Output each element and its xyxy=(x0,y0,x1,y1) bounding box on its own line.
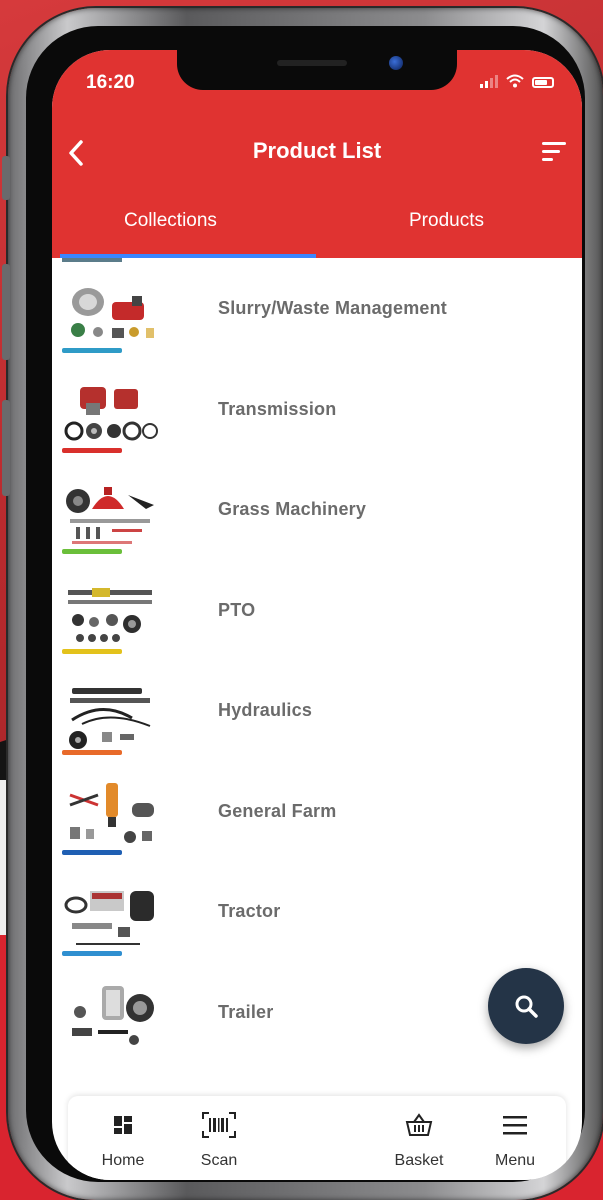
list-item[interactable]: Tractor xyxy=(52,861,582,962)
nav-home[interactable]: Home xyxy=(88,1110,158,1170)
list-item[interactable]: Slurry/Waste Management xyxy=(52,258,582,359)
category-color-bar xyxy=(62,649,122,654)
list-item-label: General Farm xyxy=(218,800,337,821)
nav-basket[interactable]: Basket xyxy=(384,1110,454,1170)
collection-thumbnail xyxy=(69,782,154,843)
nav-menu[interactable]: Menu xyxy=(480,1110,550,1170)
list-item[interactable]: Grass Machinery xyxy=(52,459,582,560)
collection-thumbnail xyxy=(68,587,152,642)
notch xyxy=(177,50,457,90)
list-item-label: Hydraulics xyxy=(218,700,313,720)
list-item[interactable]: PTO xyxy=(52,560,582,661)
list-item-label: Grass Machinery xyxy=(218,499,367,519)
barcode-icon xyxy=(202,1112,236,1138)
status-time: 16:20 xyxy=(86,72,135,93)
menu-icon xyxy=(503,1116,527,1135)
category-color-bar xyxy=(62,950,122,956)
wifi-icon xyxy=(506,74,524,88)
sort-button[interactable] xyxy=(542,142,568,164)
list-item-label: Transmission xyxy=(218,398,337,419)
list-item-label: Tractor xyxy=(218,901,281,921)
app-header: 16:20 Product List Collections Products xyxy=(52,50,582,258)
collection-thumbnail xyxy=(66,487,154,544)
basket-icon xyxy=(405,1113,433,1136)
collection-thumbnail xyxy=(64,386,158,440)
front-camera xyxy=(389,56,403,70)
list-item[interactable]: Transmission xyxy=(52,359,582,460)
collection-thumbnail xyxy=(64,891,154,945)
nav-home-label: Home xyxy=(101,1152,145,1169)
tab-collections[interactable]: Collections xyxy=(124,210,217,232)
search-icon xyxy=(515,995,538,1018)
search-fab[interactable] xyxy=(488,968,564,1044)
nav-basket-label: Basket xyxy=(394,1152,444,1169)
category-color-bar xyxy=(62,749,122,755)
phone-screen: 16:20 Product List Collections Products … xyxy=(52,50,582,1180)
signal-icon xyxy=(480,75,498,88)
status-icons xyxy=(480,74,554,88)
list-item[interactable]: Hydraulics xyxy=(52,660,582,761)
battery-icon xyxy=(532,77,554,88)
collection-thumbnail xyxy=(71,288,154,338)
sort-icon xyxy=(542,142,566,145)
tab-products[interactable]: Products xyxy=(409,210,484,232)
collection-thumbnail xyxy=(69,688,151,749)
category-color-bar xyxy=(62,850,122,855)
volume-up-button xyxy=(2,264,10,360)
nav-menu-label: Menu xyxy=(494,1152,536,1169)
collection-list: Slurry/Waste Management Transmission Gra… xyxy=(52,258,582,1062)
page-title: Product List xyxy=(252,138,382,163)
category-color-bar xyxy=(62,548,122,554)
phone-frame: 16:20 Product List Collections Products … xyxy=(2,8,603,1200)
mute-switch xyxy=(2,156,10,200)
category-color-bar xyxy=(62,347,122,353)
volume-down-button xyxy=(2,400,10,496)
list-item-label: PTO xyxy=(218,599,256,620)
bottom-nav: Home Scan Basket Menu xyxy=(68,1096,566,1180)
category-color-bar xyxy=(62,448,122,453)
list-item-label: Trailer xyxy=(218,1001,274,1022)
collection-thumbnail xyxy=(72,985,154,1045)
home-icon xyxy=(114,1116,132,1134)
nav-scan-label: Scan xyxy=(200,1152,238,1169)
nav-scan[interactable]: Scan xyxy=(184,1110,254,1170)
speaker xyxy=(277,60,347,66)
list-item[interactable]: General Farm xyxy=(52,761,582,862)
list-item-label: Slurry/Waste Management xyxy=(218,298,447,318)
